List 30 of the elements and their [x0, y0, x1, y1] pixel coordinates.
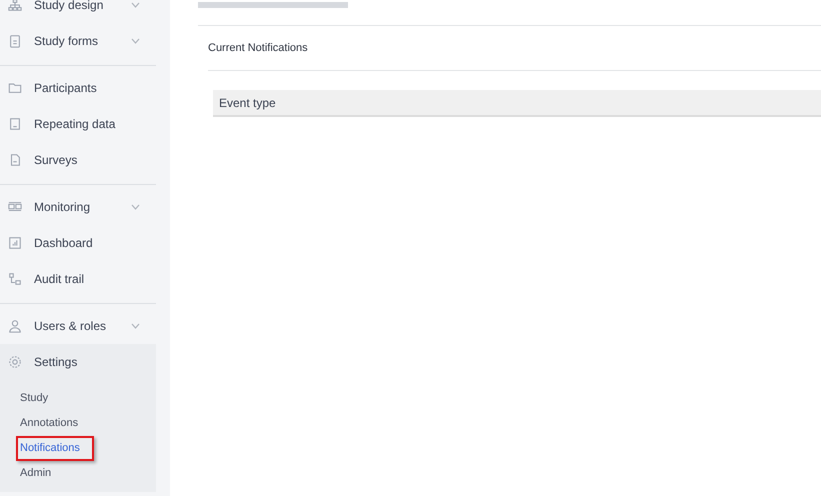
document-icon — [8, 117, 22, 131]
sitemap-icon — [8, 0, 22, 12]
user-icon — [8, 319, 22, 333]
folder-icon — [8, 81, 22, 95]
sidebar-item[interactable]: Study design — [0, 0, 156, 23]
clipboard-icon — [8, 34, 22, 48]
submenu-link[interactable]: Annotations — [18, 413, 80, 434]
submenu-link[interactable]: Notifications — [16, 436, 94, 461]
audit-icon — [8, 272, 22, 286]
section-title: Current Notifications — [208, 40, 308, 56]
chart-icon — [8, 236, 22, 250]
submenu-link[interactable]: Study — [18, 388, 50, 409]
sidebar-item[interactable]: Study forms — [0, 23, 156, 59]
sidebar-item[interactable]: Monitoring — [0, 189, 156, 225]
chevron-icon — [131, 2, 140, 8]
sidebar-item[interactable]: Repeating data — [0, 106, 156, 142]
column-header: Event type — [219, 94, 276, 112]
sidebar-item[interactable]: Surveys — [0, 142, 156, 178]
sidebar-item[interactable]: Dashboard — [0, 225, 156, 261]
settings-icon — [8, 355, 22, 369]
sidebar-item[interactable]: Participants — [0, 70, 156, 106]
chevron-icon — [131, 38, 140, 44]
file-icon — [8, 153, 22, 167]
sidebar-item[interactable]: Audit trail — [0, 261, 156, 297]
sidebar-item[interactable]: Users & roles — [0, 308, 156, 344]
chevron-icon — [131, 204, 140, 210]
sidebar-item[interactable]: Settings — [0, 344, 156, 380]
monitor-icon — [8, 200, 22, 214]
submenu-link[interactable]: Admin — [18, 463, 54, 484]
chevron-icon — [131, 323, 140, 329]
